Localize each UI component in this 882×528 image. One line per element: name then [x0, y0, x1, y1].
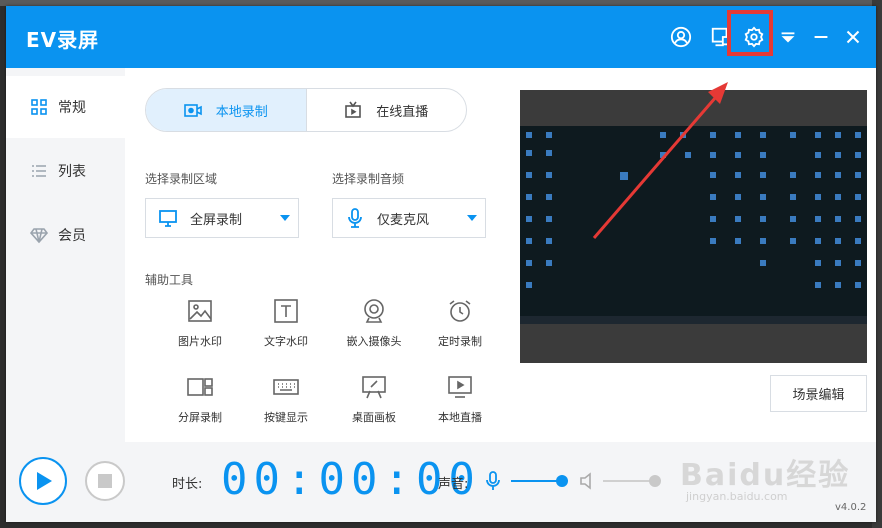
minimize-button[interactable]	[806, 22, 836, 52]
scene-edit-button[interactable]: 场景编辑	[770, 375, 867, 412]
tab-local-record[interactable]: 本地录制	[146, 89, 307, 131]
baidu-watermark: Baidu经验	[680, 458, 851, 493]
speaker-icon[interactable]	[579, 472, 595, 490]
tool-label: 定时录制	[438, 335, 482, 348]
tool-label: 分屏录制	[178, 411, 222, 424]
tab-label: 在线直播	[376, 104, 429, 120]
tools-label: 辅助工具	[145, 273, 194, 287]
sidebar-item-label: 列表	[58, 164, 86, 180]
sidebar-item-member[interactable]: 会员	[6, 204, 125, 266]
whiteboard-icon	[362, 376, 386, 399]
diamond-icon	[30, 228, 48, 244]
version-label: v4.0.2	[835, 502, 867, 513]
record-area-select[interactable]: 全屏录制	[145, 198, 299, 238]
tool-label: 文字水印	[264, 335, 308, 348]
chevron-down-icon	[467, 215, 477, 221]
tool-text-watermark[interactable]: 文字水印	[246, 298, 326, 349]
sidebar-item-label: 会员	[58, 228, 86, 244]
tool-label: 按键显示	[264, 411, 308, 424]
mic-volume-slider[interactable]	[511, 480, 559, 482]
main-content: 本地录制 在线直播 选择录制区域 全屏录制 选择录制音频 仅麦克风 辅助工具 图…	[125, 68, 876, 442]
monitor-icon	[159, 210, 177, 227]
mode-tabs: 本地录制 在线直播	[145, 88, 467, 132]
ev-recorder-window: EV录屏 常规 列表 会员 本地录制 在线直播 选择录制区域 全屏录制 选择录制…	[6, 6, 876, 522]
split-screen-icon	[187, 378, 213, 396]
list-icon	[32, 165, 46, 177]
tool-embed-webcam[interactable]: 嵌入摄像头	[334, 298, 414, 349]
preview-desktop	[520, 126, 867, 324]
tool-key-display[interactable]: 按键显示	[246, 374, 326, 425]
menu-dropdown-button[interactable]	[773, 22, 803, 52]
alarm-clock-icon	[449, 300, 471, 322]
record-audio-select[interactable]: 仅麦克风	[332, 198, 486, 238]
screen-preview	[520, 90, 867, 363]
preview-taskbar	[520, 316, 867, 324]
webcam-icon	[364, 299, 384, 323]
stop-record-button[interactable]	[85, 461, 125, 501]
keyboard-icon	[273, 379, 299, 395]
tab-online-live[interactable]: 在线直播	[307, 89, 467, 131]
close-icon	[846, 30, 860, 44]
tool-desktop-whiteboard[interactable]: 桌面画板	[334, 374, 414, 425]
text-icon	[274, 299, 298, 323]
tool-local-live[interactable]: 本地直播	[420, 374, 500, 425]
settings-highlight-box	[727, 10, 773, 56]
record-audio-value: 仅麦克风	[377, 212, 430, 228]
app-title: EV录屏	[26, 28, 100, 52]
user-button[interactable]	[666, 22, 696, 52]
start-record-button[interactable]	[19, 457, 67, 505]
image-icon	[188, 300, 212, 322]
sidebar-item-general[interactable]: 常规	[6, 76, 125, 138]
tool-scheduled-record[interactable]: 定时录制	[420, 298, 500, 349]
sound-label: 声音:	[438, 477, 469, 492]
close-button[interactable]	[838, 22, 868, 52]
duration-label: 时长:	[172, 477, 203, 492]
mic-volume-handle[interactable]	[556, 475, 568, 487]
tool-split-screen[interactable]: 分屏录制	[160, 374, 240, 425]
local-live-icon	[448, 376, 472, 398]
baidu-watermark-url: jingyan.baidu.com	[686, 490, 788, 503]
sidebar: 常规 列表 会员	[6, 68, 125, 442]
speaker-volume-slider[interactable]	[603, 480, 653, 482]
dropdown-icon	[781, 32, 795, 43]
grid-icon	[31, 99, 47, 115]
sidebar-item-list[interactable]: 列表	[6, 140, 125, 202]
stop-icon	[98, 474, 112, 488]
microphone-icon[interactable]	[484, 471, 502, 491]
tool-label: 嵌入摄像头	[346, 335, 402, 348]
tool-label: 图片水印	[178, 335, 222, 348]
tool-label: 本地直播	[438, 411, 482, 424]
sidebar-item-label: 常规	[58, 100, 86, 116]
record-area-value: 全屏录制	[190, 212, 243, 228]
tool-label: 桌面画板	[352, 411, 396, 424]
record-area-label: 选择录制区域	[145, 172, 218, 186]
tab-label: 本地录制	[215, 104, 268, 120]
speaker-volume-handle[interactable]	[649, 475, 661, 487]
tv-icon	[345, 101, 362, 118]
record-audio-label: 选择录制音频	[332, 172, 405, 186]
tool-image-watermark[interactable]: 图片水印	[160, 298, 240, 349]
microphone-icon	[348, 208, 362, 228]
desktop-icons-preview	[526, 132, 861, 288]
record-camera-icon	[183, 104, 202, 117]
user-icon	[670, 26, 692, 48]
chevron-down-icon	[280, 215, 290, 221]
minimize-icon	[814, 35, 828, 39]
play-icon	[37, 472, 52, 490]
